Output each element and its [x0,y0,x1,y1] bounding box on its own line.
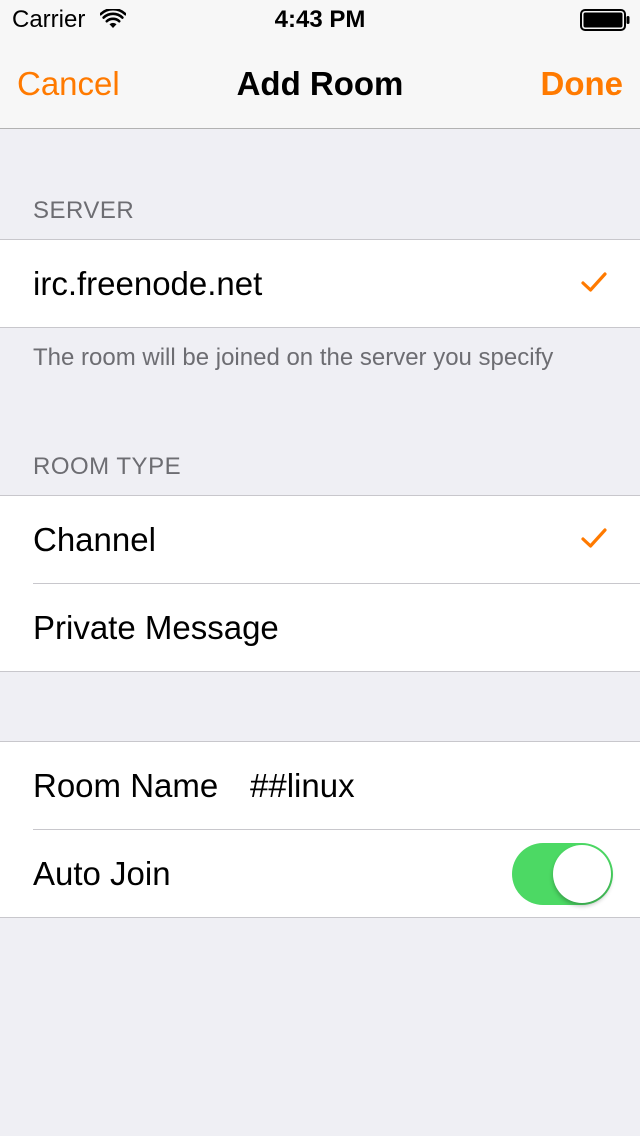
server-section-footer: The room will be joined on the server yo… [33,344,554,371]
room-name-field[interactable]: ##linux [250,742,355,829]
checkmark-icon [581,527,607,549]
room-name-label: Room Name [33,767,219,804]
room-settings-group: Room Name ##linux Auto Join [0,741,640,918]
status-time: 4:43 PM [274,6,366,33]
room-name-cell: Room Name ##linux [0,742,640,829]
auto-join-cell: Auto Join [0,829,640,917]
room-type-section-header: ROOM TYPE [33,453,182,480]
navigation-bar: Cancel Add Room Done [0,40,640,129]
checkmark-icon [581,271,607,293]
room-type-option-label: Channel [33,521,156,558]
status-bar: Carrier 4:43 PM [0,0,640,40]
auto-join-label: Auto Join [33,855,171,892]
room-type-option-private-message[interactable]: Private Message [0,583,640,671]
server-name-label: irc.freenode.net [33,265,263,302]
auto-join-toggle[interactable] [512,843,613,905]
battery-full-icon [580,9,630,31]
server-cell[interactable]: irc.freenode.net [0,240,640,327]
room-type-option-channel[interactable]: Channel [0,496,640,583]
room-type-group: Channel Private Message [0,495,640,672]
server-section-header: SERVER [33,197,135,224]
done-button[interactable]: Done [541,64,624,104]
toggle-knob [553,845,611,903]
server-group: irc.freenode.net [0,239,640,328]
room-type-option-label: Private Message [33,609,279,646]
